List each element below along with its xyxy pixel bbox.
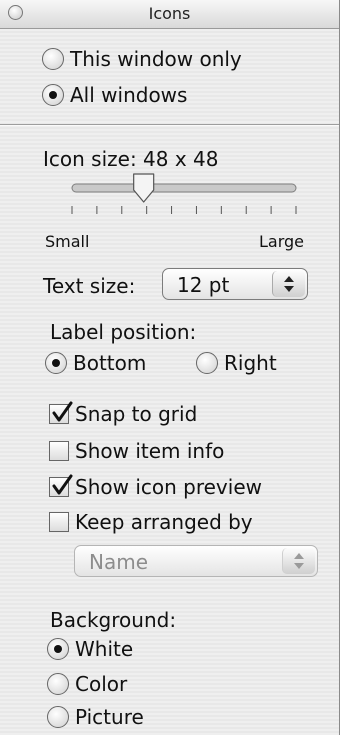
radio-background-white[interactable]: White [47,637,133,661]
text-size-popup[interactable]: 12 pt [162,268,308,300]
radio-button-selected-icon[interactable] [42,84,64,106]
popup-arrows-icon [282,548,315,574]
radio-button-selected-icon[interactable] [45,352,67,374]
checkbox-snap-to-grid[interactable]: Snap to grid [49,401,198,426]
radio-label: This window only [70,47,242,71]
checkbox-show-icon-preview[interactable]: Show icon preview [49,474,262,499]
checkbox-label: Keep arranged by [75,510,253,534]
radio-label: Picture [75,705,144,729]
title-bar[interactable]: Icons [0,0,339,29]
background-label: Background: [50,608,177,632]
radio-label: White [75,637,134,661]
icons-view-options-panel: Icons This window only All windows Icon … [0,0,340,735]
checkbox-unchecked-icon[interactable] [49,512,69,532]
radio-this-window-only[interactable]: This window only [42,47,242,71]
arrange-by-popup[interactable]: Name [74,545,318,577]
text-size-value: 12 pt [177,273,230,297]
radio-button-icon[interactable] [196,352,218,374]
radio-label-right[interactable]: Right [196,351,277,375]
slider-track [71,183,297,193]
radio-all-windows[interactable]: All windows [42,83,187,107]
checkbox-label: Snap to grid [75,402,198,426]
radio-label: All windows [70,83,188,107]
popup-arrows-icon [272,271,305,297]
radio-label: Color [75,672,128,696]
radio-label-bottom[interactable]: Bottom [45,351,146,375]
checkbox-keep-arranged-by[interactable]: Keep arranged by [49,510,253,534]
radio-background-color[interactable]: Color [47,672,127,696]
arrange-by-value: Name [89,550,149,574]
checkbox-label: Show item info [75,439,225,463]
slider-max-label: Large [259,232,305,251]
checkbox-show-item-info[interactable]: Show item info [49,439,224,463]
section-divider [0,124,339,126]
radio-label: Bottom [73,351,147,375]
checkbox-unchecked-icon[interactable] [49,441,69,461]
checkbox-label: Show icon preview [75,475,262,499]
radio-button-icon[interactable] [47,706,69,728]
radio-label: Right [224,351,277,375]
radio-background-picture[interactable]: Picture [47,705,144,729]
window-title: Icons [148,4,191,23]
radio-button-icon[interactable] [47,673,69,695]
slider-thumb[interactable] [133,173,155,203]
radio-button-selected-icon[interactable] [47,638,69,660]
label-position-label: Label position: [50,320,197,344]
checkbox-checked-icon[interactable] [49,474,73,497]
icon-size-label: Icon size: 48 x 48 [43,147,219,171]
icon-size-slider[interactable] [60,172,320,222]
text-size-label: Text size: [43,274,136,298]
slider-min-label: Small [45,232,90,251]
checkbox-checked-icon[interactable] [49,401,73,424]
radio-button-icon[interactable] [42,48,64,70]
